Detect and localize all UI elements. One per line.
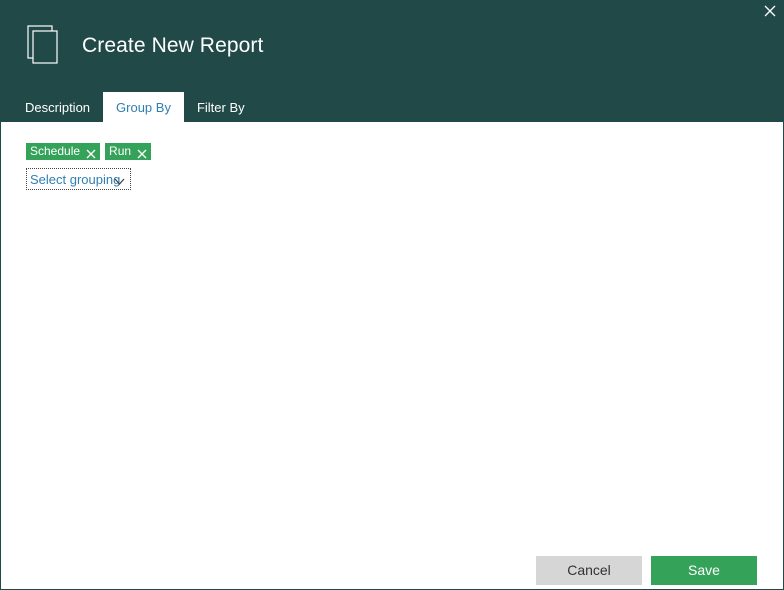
chip-label: Run xyxy=(109,144,132,158)
tab-bar: Description Group By Filter By xyxy=(1,92,258,122)
chip-label: Schedule xyxy=(30,144,81,158)
chevron-down-icon xyxy=(114,174,125,185)
tab-group-by[interactable]: Group By xyxy=(103,92,184,122)
tab-description[interactable]: Description xyxy=(1,92,103,122)
remove-icon[interactable] xyxy=(137,147,147,158)
select-grouping-dropdown[interactable]: Select grouping xyxy=(26,168,131,190)
cancel-button[interactable]: Cancel xyxy=(536,556,642,585)
tab-filter-by[interactable]: Filter By xyxy=(184,92,258,122)
dialog-title: Create New Report xyxy=(82,34,264,57)
create-report-dialog: Create New Report Description Group By F… xyxy=(0,0,784,590)
save-button[interactable]: Save xyxy=(651,556,757,585)
dialog-header: Create New Report Description Group By F… xyxy=(1,1,783,122)
select-grouping-label: Select grouping xyxy=(30,171,121,187)
close-icon[interactable] xyxy=(762,3,778,19)
report-document-icon xyxy=(27,25,59,65)
group-by-chip-list: Schedule Run xyxy=(26,143,152,160)
group-chip-schedule: Schedule xyxy=(26,143,101,160)
group-chip-run: Run xyxy=(105,143,152,160)
remove-icon[interactable] xyxy=(86,147,96,158)
